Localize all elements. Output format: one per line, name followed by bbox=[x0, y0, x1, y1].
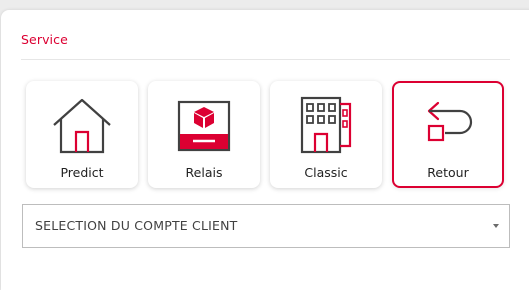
service-card-label: Predict bbox=[60, 165, 104, 180]
service-card-label: Relais bbox=[185, 165, 223, 180]
service-card-label: Classic bbox=[304, 165, 348, 180]
service-card-predict[interactable]: Predict bbox=[26, 81, 138, 188]
building-icon bbox=[300, 96, 352, 154]
section-title: Service bbox=[21, 32, 68, 47]
parcel-relay-icon bbox=[177, 100, 231, 152]
house-icon bbox=[53, 98, 111, 154]
service-card-label: Retour bbox=[427, 165, 469, 180]
section-divider bbox=[21, 59, 510, 60]
caret-down-icon bbox=[493, 224, 499, 228]
service-panel: Service Predict Relais Classic Retour SE… bbox=[1, 10, 529, 290]
account-select[interactable]: SELECTION DU COMPTE CLIENT bbox=[22, 204, 510, 248]
service-card-classic[interactable]: Classic bbox=[270, 81, 382, 188]
account-select-value: SELECTION DU COMPTE CLIENT bbox=[35, 218, 238, 233]
service-card-relais[interactable]: Relais bbox=[148, 81, 260, 188]
service-card-retour[interactable]: Retour bbox=[392, 81, 504, 188]
return-arrow-icon bbox=[427, 101, 473, 142]
